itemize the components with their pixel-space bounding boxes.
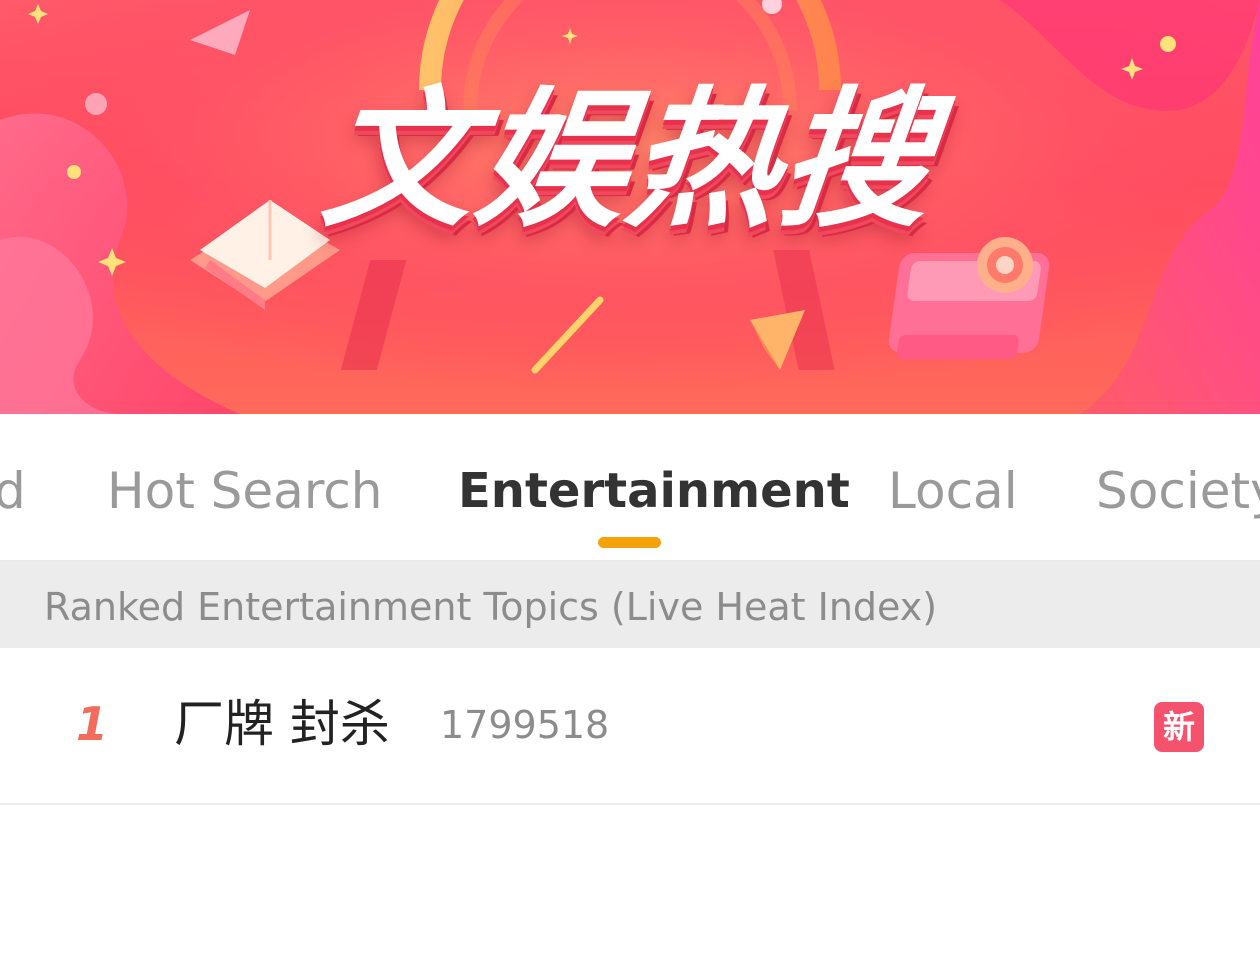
hero-banner: 文娱热搜 [0,0,1260,414]
new-badge: 新 [1154,702,1204,752]
topic-title-link[interactable]: 厂牌 封杀 [174,692,390,756]
tab-partial-left[interactable]: d [0,456,26,526]
page: 文娱热搜 d Hot Search Entertainment Local So… [0,0,1260,956]
tab-local[interactable]: Local [888,456,1018,526]
tab-hot-search[interactable]: Hot Search [107,456,382,526]
section-header-text: Ranked Entertainment Topics (Live Heat I… [44,585,938,629]
tab-society[interactable]: Society [1096,456,1260,526]
list-item[interactable]: 1 厂牌 封杀 1799518 新 [0,648,1260,805]
active-tab-indicator [598,537,661,548]
banner-title: 文娱热搜 [315,73,942,248]
rank-number: 1 [76,697,109,751]
section-header: Ranked Entertainment Topics (Live Heat I… [0,562,1260,648]
tab-entertainment[interactable]: Entertainment [458,456,850,526]
heat-index: 1799518 [440,703,610,747]
